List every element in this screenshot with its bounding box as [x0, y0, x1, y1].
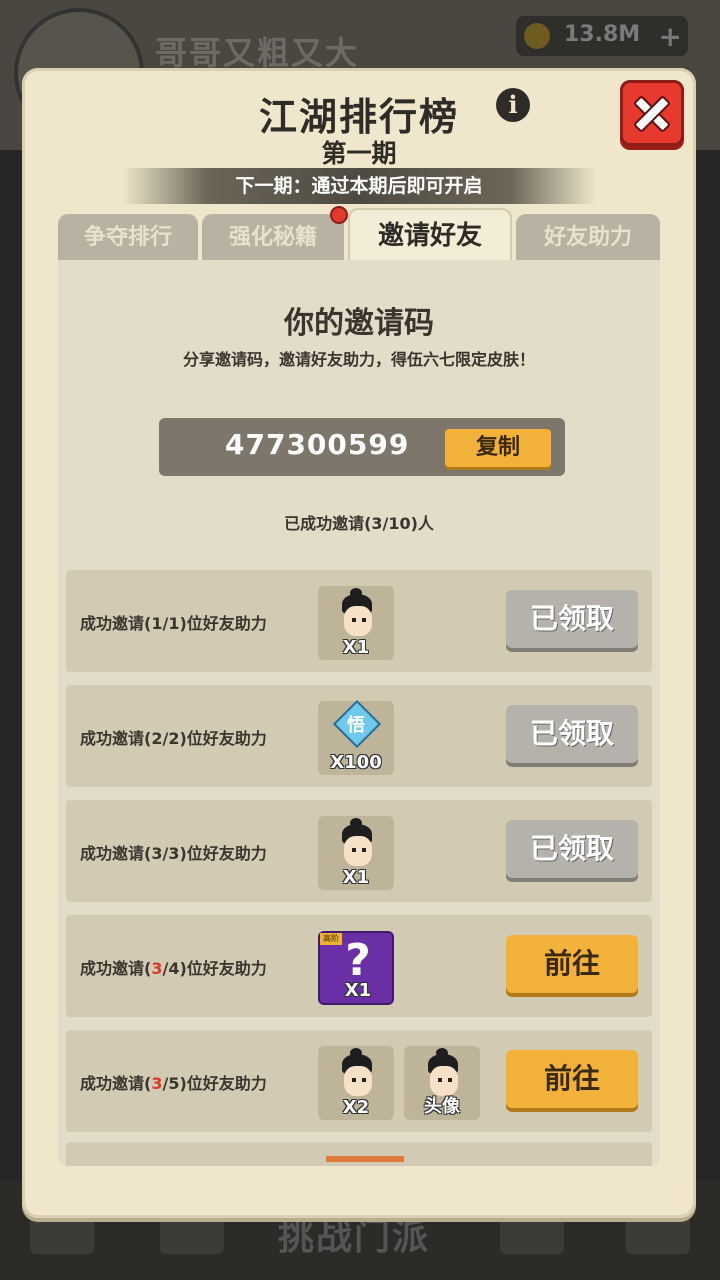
panel-title: 江湖排行榜 — [258, 95, 459, 139]
reward-row: 成功邀请(2/2)位好友助力 悟 X100 已领取 — [66, 685, 652, 787]
invite-code-title: 你的邀请码 — [284, 306, 434, 341]
label-part: /5)位好友助力 — [162, 1074, 267, 1093]
label-count: 3 — [151, 959, 163, 978]
invite-code-box: 477300599 复制 — [159, 418, 565, 476]
reward-quantity: 头像 — [424, 1096, 460, 1117]
row-label: 成功邀请(2/2)位好友助力 — [80, 725, 267, 749]
next-period-banner: 下一期：通过本期后即可开启 — [122, 168, 596, 204]
reward-row: 成功邀请(1/1)位好友助力 X1 已领取 — [66, 570, 652, 672]
reward-row-partial — [66, 1142, 652, 1166]
currency-value: 13.8M — [564, 22, 641, 47]
reward-item-peek — [326, 1156, 404, 1162]
label-part: 成功邀请( — [80, 729, 152, 748]
coin-icon — [524, 23, 550, 49]
plus-icon: + — [658, 20, 682, 53]
label-count: 3 — [151, 844, 163, 863]
label-part: 成功邀请( — [80, 1074, 152, 1093]
copy-button[interactable]: 复制 — [445, 429, 551, 467]
reward-item[interactable]: 头像 — [404, 1046, 480, 1120]
row-label: 成功邀请(3/4)位好友助力 — [80, 955, 267, 979]
reward-item[interactable]: 高阶 ? X1 — [318, 931, 394, 1005]
character-face-icon — [336, 1048, 376, 1102]
character-face-icon — [336, 588, 376, 642]
reward-quantity: X1 — [342, 637, 370, 658]
reward-quantity: X1 — [342, 867, 370, 888]
label-part: 成功邀请( — [80, 614, 152, 633]
label-part: 成功邀请( — [80, 959, 152, 978]
reward-row: 成功邀请(3/3)位好友助力 X1 已领取 — [66, 800, 652, 902]
row-label: 成功邀请(1/1)位好友助力 — [80, 610, 267, 634]
tab-enhance[interactable]: 强化秘籍 — [202, 206, 348, 260]
notification-dot — [330, 206, 348, 224]
reward-item[interactable]: X1 — [318, 816, 394, 890]
label-part: /1)位好友助力 — [162, 614, 267, 633]
go-button[interactable]: 前往 — [506, 1050, 638, 1108]
label-count: 3 — [151, 1074, 163, 1093]
tab-enhance-label: 强化秘籍 — [228, 225, 317, 250]
mystery-box-icon: ? — [345, 935, 371, 986]
reward-row: 成功邀请(3/5)位好友助力 X2 头像 前往 — [66, 1030, 652, 1132]
reward-quantity: X1 — [344, 980, 372, 1001]
label-count: 1 — [151, 614, 163, 633]
invite-content: 你的邀请码 分享邀请码，邀请好友助力，得伍六七限定皮肤！ 477300599 复… — [58, 260, 660, 1166]
claimed-button[interactable]: 已领取 — [506, 705, 638, 763]
diamond-char: 悟 — [347, 715, 365, 736]
character-face-icon — [336, 818, 376, 872]
go-button[interactable]: 前往 — [506, 935, 638, 993]
info-icon[interactable]: i — [496, 88, 530, 122]
label-part: /2)位好友助力 — [162, 729, 267, 748]
invite-description: 分享邀请码，邀请好友助力，得伍六七限定皮肤！ — [182, 350, 535, 369]
claimed-button[interactable]: 已领取 — [506, 820, 638, 878]
row-label: 成功邀请(3/5)位好友助力 — [80, 1070, 267, 1094]
reward-item[interactable]: 悟 X100 — [318, 699, 394, 775]
label-part: 成功邀请( — [80, 844, 152, 863]
label-part: /3)位好友助力 — [162, 844, 267, 863]
invite-code-value: 477300599 — [225, 428, 410, 461]
reward-quantity: X2 — [342, 1097, 370, 1118]
ranking-panel: 江湖排行榜 i 第一期 下一期：通过本期后即可开启 争夺排行 强化秘籍 邀请好友… — [22, 68, 696, 1218]
background-currency: 13.8M + — [516, 16, 688, 56]
close-button[interactable] — [620, 80, 684, 146]
tab-invite-friends[interactable]: 邀请好友 — [348, 208, 512, 260]
period-label: 第一期 — [321, 139, 397, 168]
claimed-button[interactable]: 已领取 — [506, 590, 638, 648]
tab-friend-assist[interactable]: 好友助力 — [516, 214, 660, 260]
tab-ranking[interactable]: 争夺排行 — [58, 214, 198, 260]
invite-count: 已成功邀请(3/10)人 — [284, 514, 434, 533]
label-part: /4)位好友助力 — [162, 959, 267, 978]
reward-item[interactable]: X1 — [318, 586, 394, 660]
reward-item[interactable]: X2 — [318, 1046, 394, 1120]
label-count: 2 — [151, 729, 163, 748]
row-label: 成功邀请(3/3)位好友助力 — [80, 840, 267, 864]
reward-row: 成功邀请(3/4)位好友助力 高阶 ? X1 前往 — [66, 915, 652, 1017]
reward-quantity: X100 — [330, 752, 382, 773]
